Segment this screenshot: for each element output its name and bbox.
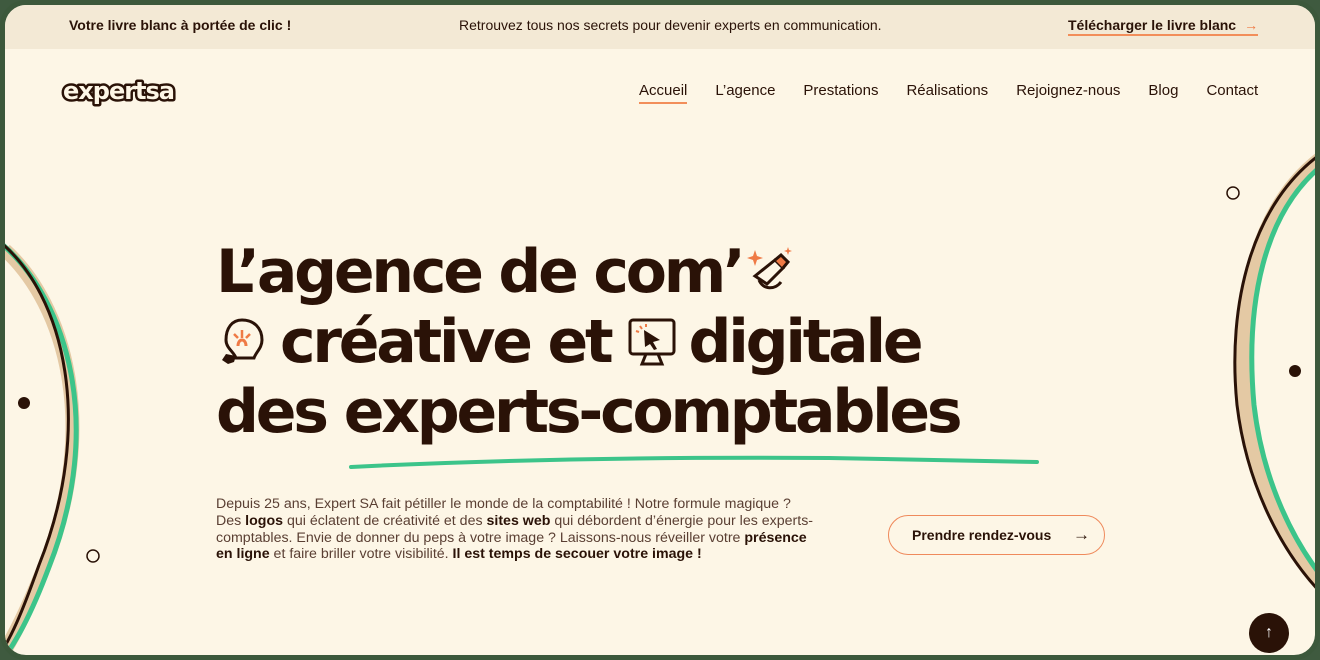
nav-item-accueil[interactable]: Accueil <box>639 82 688 104</box>
monitor-cursor-icon <box>628 318 676 366</box>
nav-item-realisations[interactable]: Réalisations <box>906 82 988 104</box>
download-whitepaper-link[interactable]: Télécharger le livre blanc → <box>1068 17 1259 36</box>
intro-bold-closing: Il est temps de secouer votre image ! <box>452 546 702 563</box>
download-whitepaper-label: Télécharger le livre blanc <box>1068 17 1237 33</box>
nav-item-agence[interactable]: L’agence <box>715 82 775 104</box>
headline-line-2: créative et digitale <box>216 307 959 377</box>
headline-underline <box>349 455 1039 469</box>
intro-paragraph: Depuis 25 ans, Expert SA fait pétiller l… <box>216 496 816 563</box>
deco-ring <box>86 549 100 563</box>
headline-line-3b-text: experts-comptables <box>343 377 963 447</box>
headline-line-1: L’agence de com’ <box>216 237 959 307</box>
headline-line-1-text: L’agence de com’ <box>216 237 746 307</box>
nav-item-rejoignez-nous[interactable]: Rejoignez-nous <box>1016 82 1120 104</box>
logo[interactable]: expertsa expertsa <box>59 73 191 108</box>
nav-item-contact[interactable]: Contact <box>1206 82 1258 104</box>
nav-item-prestations[interactable]: Prestations <box>803 82 878 104</box>
book-appointment-button[interactable]: Prendre rendez-vous → <box>888 515 1105 555</box>
promo-text: Votre livre blanc à portée de clic ! <box>69 17 292 33</box>
book-appointment-label: Prendre rendez-vous <box>912 527 1052 543</box>
intro-bold-sites-web: sites web <box>486 512 551 529</box>
lightbulb-icon <box>222 318 264 364</box>
intro-bold-logos: logos <box>245 512 284 529</box>
intro-text-4: et faire briller votre visibilité. <box>269 546 453 563</box>
deco-dot <box>18 397 30 409</box>
deco-ring <box>1226 186 1240 200</box>
hand-pencil-sparkle-icon <box>746 247 792 290</box>
headline-line-3a-text: des <box>216 377 329 447</box>
logo-text-fill: expertsa <box>63 77 174 105</box>
headline-line-3: des experts-comptables <box>216 377 963 447</box>
nav-item-blog[interactable]: Blog <box>1148 82 1178 104</box>
headline-line-2b-text: digitale <box>688 307 923 377</box>
promo-bar: Votre livre blanc à portée de clic ! Ret… <box>5 5 1315 49</box>
arrow-up-icon: ↑ <box>1265 624 1273 641</box>
arrow-right-icon: → <box>1073 525 1090 544</box>
intro-text-2: qui éclatent de créativité et des <box>283 512 487 529</box>
page-frame: Votre livre blanc à portée de clic ! Ret… <box>0 0 1320 660</box>
scroll-to-top-button[interactable]: ↑ <box>1249 613 1289 653</box>
headline-line-2a-text: créative et <box>280 307 614 377</box>
promo-subtext: Retrouvez tous nos secrets pour devenir … <box>459 17 882 33</box>
arrow-right-icon: → <box>1244 17 1259 33</box>
hero-headline: L’agence de com’ créative et digitale de… <box>216 237 963 447</box>
deco-dot <box>1289 365 1301 377</box>
main-nav: Accueil L’agence Prestations Réalisation… <box>639 82 1258 104</box>
